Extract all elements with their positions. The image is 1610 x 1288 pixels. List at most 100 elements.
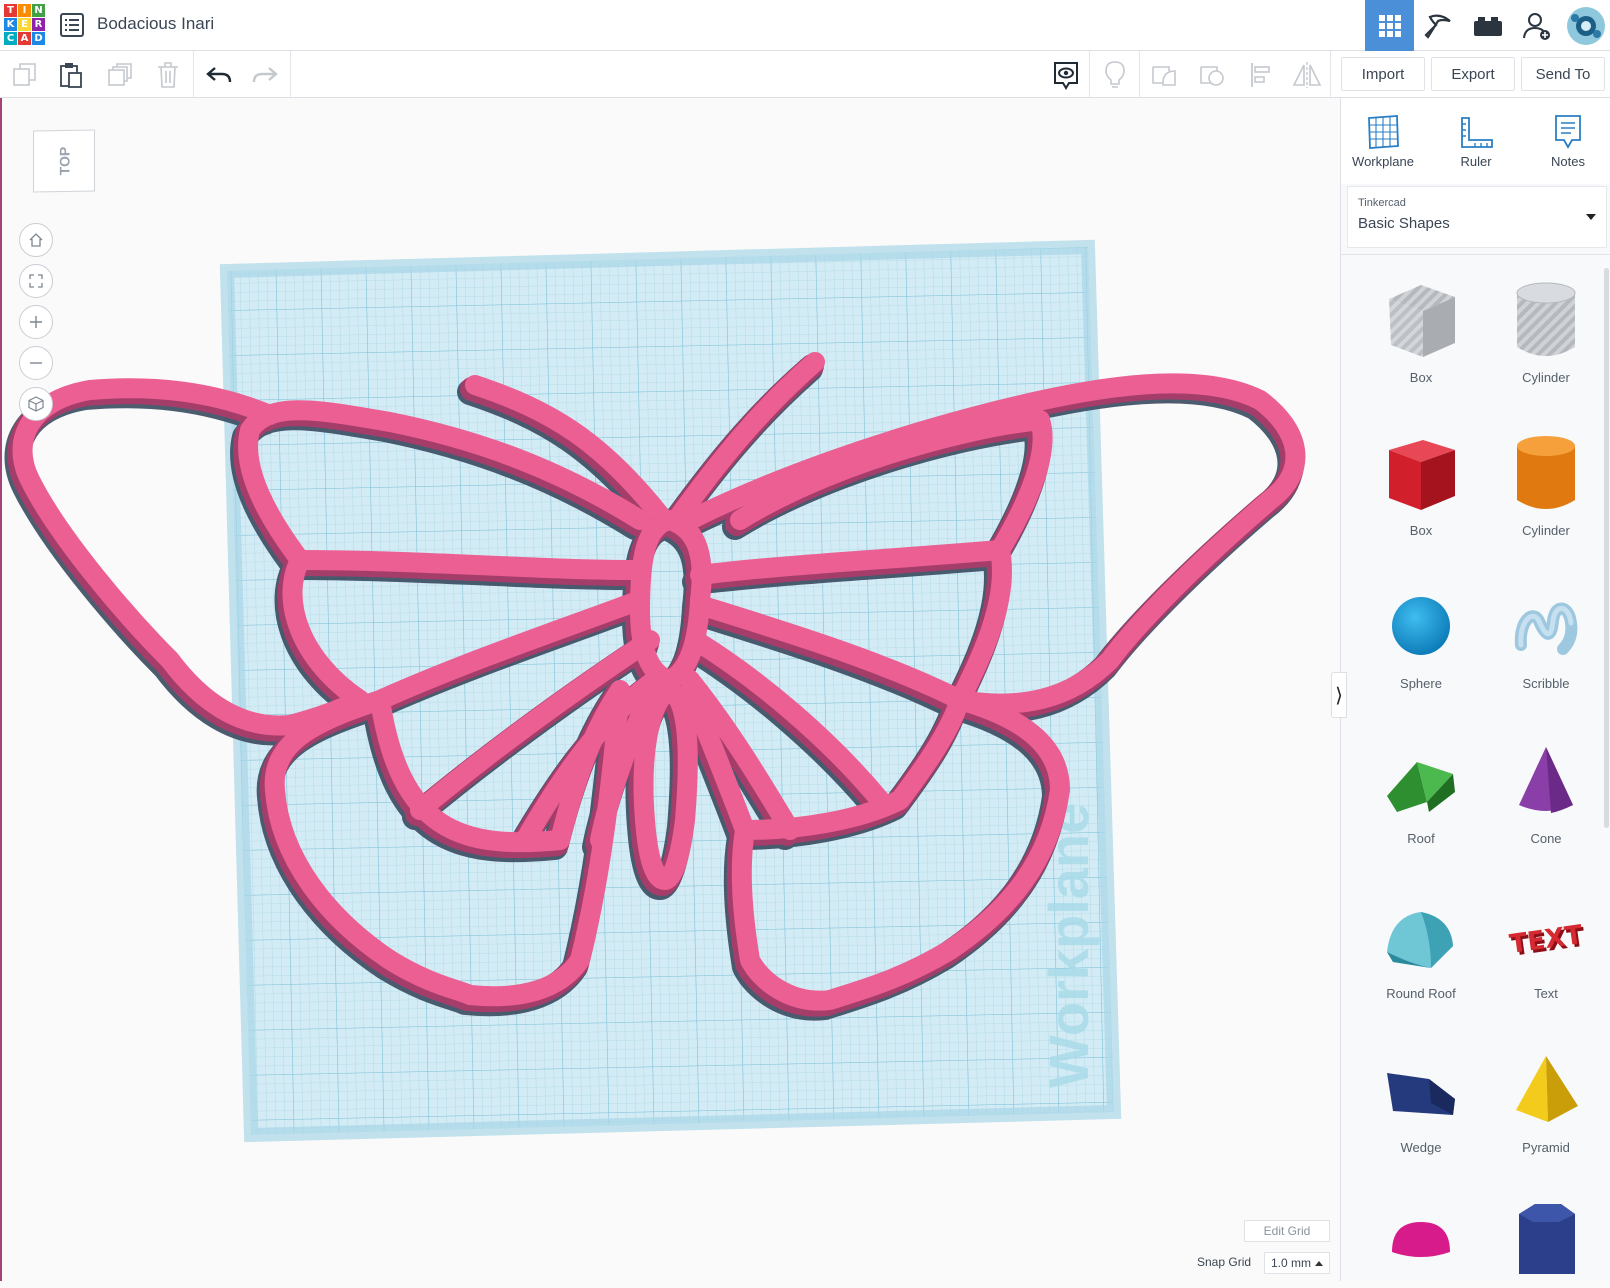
- shape-cylinder[interactable]: Cylinder: [1486, 423, 1606, 538]
- top-bar: TIN KER CAD Bodacious Inari: [0, 0, 1610, 51]
- shape-roof[interactable]: Roof: [1361, 731, 1481, 846]
- codeblocks-pickaxe-icon[interactable]: [1414, 0, 1463, 51]
- logo-letter: R: [32, 18, 45, 31]
- roof-icon: [1387, 762, 1455, 812]
- fit-view-icon[interactable]: [19, 264, 53, 298]
- mirror-icon[interactable]: [1291, 59, 1323, 91]
- polygon-icon: [1519, 1204, 1575, 1274]
- notes-tool-label: Notes: [1551, 154, 1585, 169]
- edit-grid-button[interactable]: Edit Grid: [1244, 1220, 1330, 1242]
- align-icon[interactable]: [1245, 59, 1277, 91]
- shape-label: Sphere: [1400, 676, 1442, 691]
- text-shape-icon: TEXT TEXT: [1508, 920, 1587, 963]
- shape-label: Pyramid: [1522, 1140, 1570, 1155]
- box-icon: [1389, 440, 1455, 510]
- wedge-icon: [1387, 1073, 1455, 1115]
- document-title[interactable]: Bodacious Inari: [97, 14, 214, 34]
- export-button[interactable]: Export: [1431, 57, 1515, 91]
- logo-letter: C: [4, 32, 17, 45]
- paste-icon[interactable]: [55, 59, 87, 91]
- undo-icon[interactable]: [203, 59, 235, 91]
- snap-grid-label: Snap Grid: [1197, 1255, 1252, 1269]
- shape-cone[interactable]: Cone: [1486, 731, 1606, 846]
- notes-tool[interactable]: Notes: [1528, 110, 1608, 169]
- shape-polygon[interactable]: [1486, 1188, 1606, 1288]
- shape-label: Box: [1409, 523, 1433, 538]
- duplicate-icon[interactable]: [104, 59, 136, 91]
- shape-half-sphere[interactable]: [1361, 1188, 1481, 1288]
- shape-label: Roof: [1407, 831, 1435, 846]
- ruler-tool[interactable]: Ruler: [1436, 110, 1516, 169]
- library-value: Basic Shapes: [1358, 215, 1450, 232]
- redo-icon[interactable]: [249, 59, 281, 91]
- cylinder-hole-icon: [1516, 282, 1576, 356]
- shape-label: Round Roof: [1386, 986, 1456, 1001]
- zoom-out-icon[interactable]: [19, 346, 53, 380]
- shape-box-hole[interactable]: Box: [1361, 270, 1481, 385]
- logo-letter: T: [4, 4, 17, 17]
- light-bulb-icon[interactable]: [1099, 59, 1131, 91]
- view-cube[interactable]: TOP: [33, 129, 95, 193]
- sphere-icon: [1392, 597, 1450, 655]
- half-sphere-icon: [1392, 1222, 1450, 1257]
- shape-wedge[interactable]: Wedge: [1361, 1040, 1481, 1155]
- panel-tools: Workplane Ruler Notes: [1341, 98, 1610, 184]
- round-roof-icon: [1387, 912, 1453, 968]
- show-all-icon[interactable]: [1050, 59, 1082, 91]
- panel-scrollbar[interactable]: [1604, 268, 1609, 828]
- logo-letter: E: [18, 18, 31, 31]
- box-hole-icon: [1389, 285, 1455, 357]
- edit-toolbar: Import Export Send To: [0, 51, 1610, 98]
- 3d-design-grid-icon[interactable]: [1365, 0, 1414, 51]
- chevron-down-icon: [1586, 214, 1596, 220]
- shape-cylinder-hole[interactable]: Cylinder: [1486, 270, 1606, 385]
- group-icon[interactable]: [1148, 59, 1180, 91]
- shape-scribble[interactable]: Scribble: [1486, 576, 1606, 691]
- shape-box[interactable]: Box: [1361, 423, 1481, 538]
- add-user-icon[interactable]: [1512, 0, 1561, 51]
- logo-letter: K: [4, 18, 17, 31]
- shape-label: Cone: [1530, 831, 1562, 846]
- tinkercad-logo[interactable]: TIN KER CAD: [4, 4, 46, 46]
- shape-label: Cylinder: [1522, 523, 1570, 538]
- workplane-icon: [1343, 110, 1423, 154]
- notes-icon: [1528, 110, 1608, 154]
- view-cube-face-label: TOP: [56, 146, 72, 176]
- design-menu-icon[interactable]: [60, 13, 84, 37]
- ortho-view-icon[interactable]: [19, 387, 53, 421]
- shape-library-select[interactable]: Tinkercad Basic Shapes: [1347, 186, 1607, 248]
- top-right-actions: [1365, 0, 1610, 51]
- cylinder-icon: [1517, 436, 1575, 509]
- snap-grid-select[interactable]: 1.0 mm: [1264, 1252, 1330, 1274]
- shape-label: Text: [1534, 986, 1558, 1001]
- shape-label: Scribble: [1522, 676, 1570, 691]
- ungroup-icon[interactable]: [1196, 59, 1228, 91]
- copy-icon[interactable]: [9, 59, 41, 91]
- zoom-in-icon[interactable]: [19, 305, 53, 339]
- workplane-tool[interactable]: Workplane: [1343, 110, 1423, 169]
- workplane-tool-label: Workplane: [1352, 154, 1414, 169]
- shape-label: Wedge: [1400, 1140, 1442, 1155]
- home-view-icon[interactable]: [19, 223, 53, 257]
- shape-label: Box: [1409, 370, 1433, 385]
- shapes-panel: Workplane Ruler Notes Tinkercad Basic Sh…: [1340, 98, 1610, 1281]
- ruler-icon: [1436, 110, 1516, 154]
- delete-icon[interactable]: [152, 59, 184, 91]
- logo-letter: A: [18, 32, 31, 45]
- shape-pyramid[interactable]: Pyramid: [1486, 1040, 1606, 1155]
- pyramid-icon: [1516, 1056, 1578, 1122]
- shape-text[interactable]: TEXT TEXT Text: [1486, 886, 1606, 1001]
- bricks-icon[interactable]: [1463, 0, 1512, 51]
- shape-label: Cylinder: [1522, 370, 1570, 385]
- logo-letter: D: [32, 32, 45, 45]
- shape-round-roof[interactable]: Round Roof: [1361, 886, 1481, 1001]
- cone-icon: [1519, 747, 1573, 813]
- send-to-button[interactable]: Send To: [1521, 57, 1605, 91]
- avatar[interactable]: [1561, 0, 1610, 51]
- import-button[interactable]: Import: [1341, 57, 1425, 91]
- workplane-scene[interactable]: Workplane: [0, 98, 1340, 1281]
- scribble-icon: [1514, 602, 1578, 655]
- design-canvas[interactable]: Workplane TOP: [0, 98, 1340, 1281]
- shape-sphere[interactable]: Sphere: [1361, 576, 1481, 691]
- collapse-panel-chevron-icon[interactable]: ⟩: [1331, 672, 1347, 718]
